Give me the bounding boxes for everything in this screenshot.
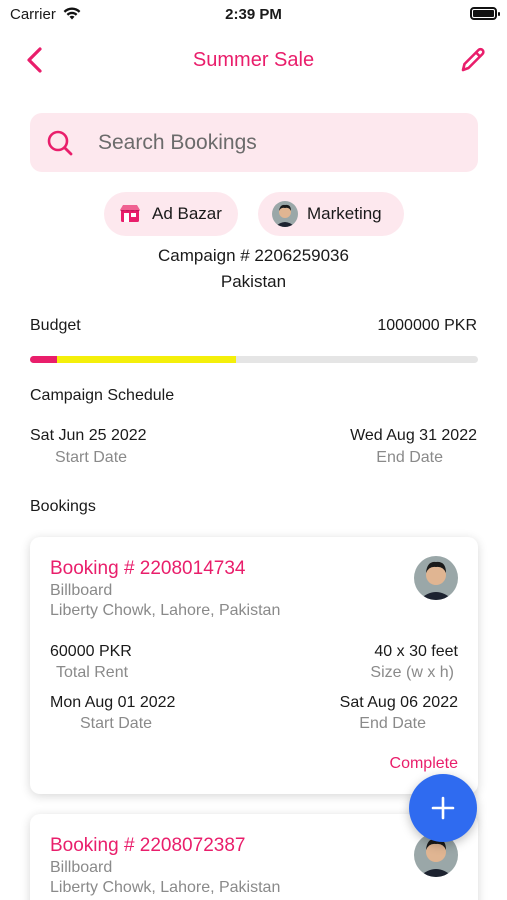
booking-title: Booking # 2208072387 bbox=[50, 835, 246, 856]
bookings-heading: Bookings bbox=[30, 498, 96, 515]
chip-ad-bazar[interactable]: Ad Bazar bbox=[104, 192, 238, 236]
campaign-start-caption: Start Date bbox=[55, 449, 128, 466]
booking-type: Billboard bbox=[50, 582, 113, 599]
chip-label: Ad Bazar bbox=[152, 204, 222, 223]
booking-start-date: Mon Aug 01 2022 bbox=[50, 694, 176, 711]
budget-spent-segment bbox=[30, 356, 57, 363]
budget-progress-bar bbox=[30, 356, 478, 363]
pencil-icon[interactable] bbox=[457, 44, 489, 76]
schedule-label: Campaign Schedule bbox=[30, 387, 175, 404]
booking-rent: 60000 PKR bbox=[50, 643, 132, 660]
budget-value: 1000000 PKR bbox=[377, 317, 477, 334]
search-icon bbox=[46, 129, 74, 157]
budget-label: Budget bbox=[30, 317, 81, 334]
booking-location: Liberty Chowk, Lahore, Pakistan bbox=[50, 602, 281, 619]
campaign-chips: Ad Bazar Marketing bbox=[0, 192, 507, 236]
battery-icon bbox=[470, 7, 500, 20]
avatar bbox=[414, 556, 458, 600]
booking-rent-caption: Total Rent bbox=[56, 664, 129, 681]
budget-booked-segment bbox=[56, 356, 237, 363]
campaign-number: Campaign # 2206259036 bbox=[158, 246, 349, 265]
search-bar[interactable] bbox=[30, 113, 478, 172]
chip-label: Marketing bbox=[307, 204, 382, 223]
booking-card[interactable]: Booking # 2208014734 Billboard Liberty C… bbox=[30, 537, 478, 794]
search-input[interactable] bbox=[98, 125, 458, 161]
status-bar: Carrier 2:39 PM bbox=[0, 0, 507, 28]
plus-icon bbox=[431, 796, 455, 820]
page-title: Summer Sale bbox=[192, 49, 315, 71]
booking-location: Liberty Chowk, Lahore, Pakistan bbox=[50, 879, 281, 896]
campaign-start-date: Sat Jun 25 2022 bbox=[30, 427, 147, 444]
chip-marketing[interactable]: Marketing bbox=[258, 192, 404, 236]
campaign-country: Pakistan bbox=[220, 272, 287, 291]
booking-size: 40 x 30 feet bbox=[374, 643, 458, 660]
booking-end-date: Sat Aug 06 2022 bbox=[339, 694, 458, 711]
booking-title: Booking # 2208014734 bbox=[50, 558, 246, 579]
booking-status: Complete bbox=[389, 755, 458, 772]
status-time: 2:39 PM bbox=[225, 6, 282, 23]
add-booking-button[interactable] bbox=[409, 774, 477, 842]
booking-size-caption: Size (w x h) bbox=[370, 664, 454, 681]
nav-bar: Summer Sale bbox=[0, 38, 507, 82]
booking-end-caption: End Date bbox=[359, 715, 426, 732]
booking-card[interactable]: Booking # 2208072387 Billboard Liberty C… bbox=[30, 814, 478, 900]
campaign-end-caption: End Date bbox=[376, 449, 443, 466]
campaign-end-date: Wed Aug 31 2022 bbox=[350, 427, 477, 444]
booking-type: Billboard bbox=[50, 859, 113, 876]
booking-start-caption: Start Date bbox=[80, 715, 153, 732]
avatar bbox=[272, 201, 298, 227]
storefront-icon bbox=[118, 202, 142, 226]
